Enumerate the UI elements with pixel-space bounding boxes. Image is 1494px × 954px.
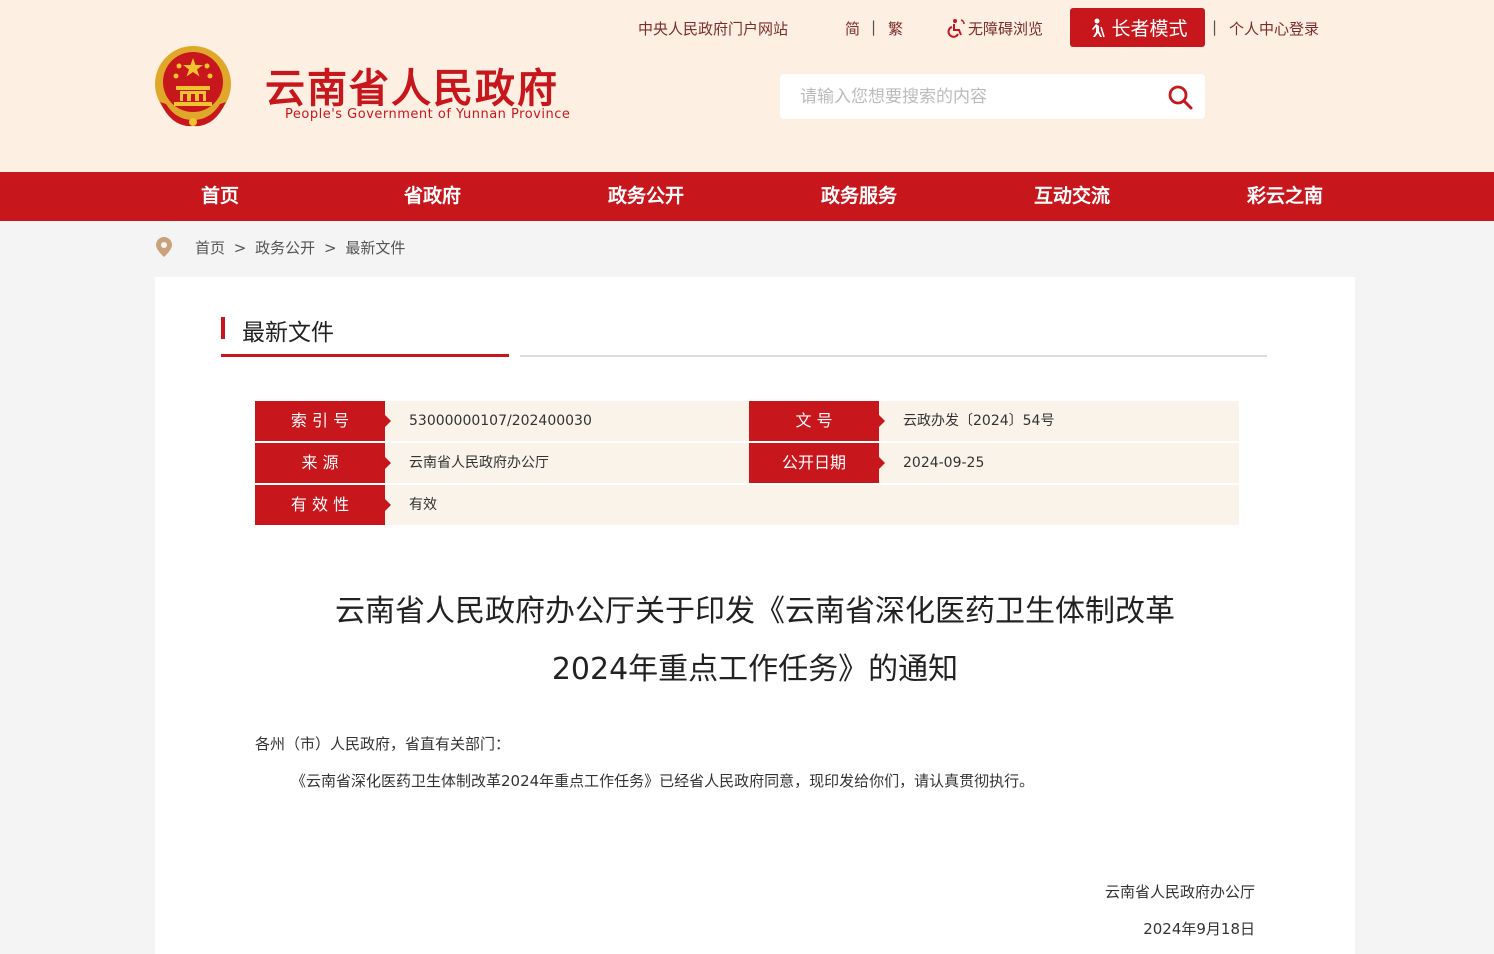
breadcrumb-separator: > [323, 239, 337, 257]
site-header: 云南省人民政府 People's Government of Yunnan Pr… [0, 0, 1494, 172]
section-underline-accent [221, 354, 509, 357]
site-subtitle: People's Government of Yunnan Province [285, 107, 571, 122]
main-nav: 首页 省政府 政务公开 政务服务 互动交流 彩云之南 [0, 172, 1494, 221]
nav-item-province-government[interactable]: 省政府 [404, 172, 461, 221]
document-number-label: 文 号 [749, 401, 885, 441]
search-box [780, 74, 1205, 119]
elder-mode-label: 长者模式 [1111, 18, 1188, 40]
publish-date-value: 2024-09-25 [903, 455, 985, 471]
link-divider: | [871, 18, 877, 36]
source-value: 云南省人民政府办公厅 [409, 455, 549, 471]
metadata-row: 来 源 云南省人民政府办公厅 公开日期 2024-09-25 [255, 443, 1239, 483]
location-pin-icon [156, 237, 172, 257]
content-card: 最新文件 索 引 号 53000000107/202400030 文 号 云政办… [155, 277, 1355, 954]
national-emblem-icon[interactable] [152, 42, 234, 130]
breadcrumb-latest-documents[interactable]: 最新文件 [345, 239, 405, 257]
section-header: 最新文件 [221, 311, 1267, 357]
elder-mode-button[interactable]: 长者模式 [1070, 8, 1205, 47]
signature-date: 2024年9月18日 [1143, 920, 1255, 938]
portal-link[interactable]: 中央人民政府门户网站 [638, 18, 788, 39]
search-input[interactable] [780, 74, 1150, 119]
accessibility-icon [947, 19, 965, 38]
document-title: 云南省人民政府办公厅关于印发《云南省深化医药卫生体制改革 2024年重点工作任务… [155, 583, 1355, 699]
link-divider: | [1212, 18, 1218, 36]
nav-item-home[interactable]: 首页 [201, 172, 239, 221]
section-marker [221, 317, 225, 339]
validity-value: 有效 [409, 497, 437, 513]
elder-person-icon [1092, 18, 1106, 37]
nav-item-colorful-yunnan[interactable]: 彩云之南 [1247, 172, 1323, 221]
breadcrumb-separator: > [233, 239, 247, 257]
breadcrumb-home[interactable]: 首页 [195, 239, 225, 257]
breadcrumb-government-affairs[interactable]: 政务公开 [255, 239, 315, 257]
section-underline [520, 355, 1267, 357]
simplified-chinese-link[interactable]: 简 [845, 18, 860, 39]
document-paragraph: 《云南省深化医药卫生体制改革2024年重点工作任务》已经省人民政府同意，现印发给… [291, 772, 1035, 790]
index-number-value: 53000000107/202400030 [409, 413, 592, 429]
accessibility-label: 无障碍浏览 [968, 20, 1044, 38]
search-icon[interactable] [1167, 84, 1193, 110]
document-title-line: 云南省人民政府办公厅关于印发《云南省深化医药卫生体制改革 [335, 594, 1175, 629]
index-number-label: 索 引 号 [255, 401, 391, 441]
nav-item-interaction[interactable]: 互动交流 [1034, 172, 1110, 221]
accessibility-link[interactable]: 无障碍浏览 [946, 18, 1043, 39]
metadata-row: 有 效 性 有效 [255, 485, 1239, 525]
traditional-chinese-link[interactable]: 繁 [888, 18, 903, 39]
document-salutation: 各州（市）人民政府，省直有关部门： [255, 735, 511, 753]
nav-item-government-affairs-open[interactable]: 政务公开 [608, 172, 684, 221]
metadata-row: 索 引 号 53000000107/202400030 文 号 云政办发〔202… [255, 401, 1239, 441]
validity-label: 有 效 性 [255, 485, 391, 525]
top-links: 中央人民政府门户网站 简 | 繁 无障碍浏览 长者模式 | 个人中心登录 [0, 8, 1494, 47]
document-title-line: 2024年重点工作任务》的通知 [551, 652, 959, 687]
document-number-value: 云政办发〔2024〕54号 [903, 413, 1055, 429]
site-title[interactable]: 云南省人民政府 [265, 56, 559, 114]
source-label: 来 源 [255, 443, 391, 483]
nav-item-government-services[interactable]: 政务服务 [821, 172, 897, 221]
signature-organization: 云南省人民政府办公厅 [1104, 883, 1255, 901]
document-metadata-table: 索 引 号 53000000107/202400030 文 号 云政办发〔202… [255, 401, 1239, 525]
section-title: 最新文件 [242, 320, 334, 346]
personal-center-login-link[interactable]: 个人中心登录 [1229, 18, 1319, 39]
publish-date-label: 公开日期 [749, 443, 885, 483]
